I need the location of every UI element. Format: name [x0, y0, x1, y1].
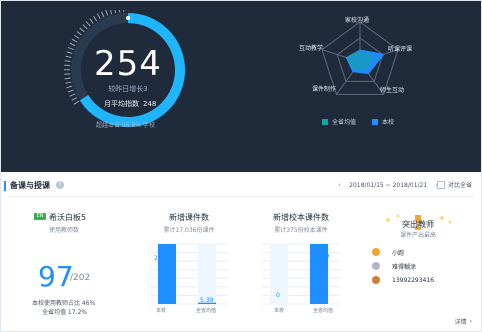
school-courseware-chart [262, 243, 340, 305]
dashboard: 254 较昨日增长3 月平均指数 248 超越本省 96.8% 学校 家校沟通 听… [0, 0, 482, 332]
gauge-tick [82, 24, 88, 30]
radar-legend: 全省均值 本校 [322, 117, 394, 126]
teacher-name: 13992293416 [392, 276, 434, 284]
radar-label-4: 课件制作 [312, 86, 337, 93]
gauge-dot [126, 16, 130, 20]
card-subtitle: 课件产出最高 [399, 232, 436, 239]
legend-avg-label: 全省均值 [332, 119, 357, 126]
legend-avg-swatch [322, 118, 328, 125]
gauge-tick [85, 21, 91, 27]
teaching-panel: 备课与授课 ? ‹ 2018/01/15 ~ 2018/01/21 › 对比全省… [0, 172, 482, 332]
bar-label-avg: 全省均值 [313, 308, 334, 314]
teacher-count: 97 [38, 260, 74, 293]
chevron-right-icon: › [469, 318, 472, 325]
gold-medal-icon [372, 248, 380, 256]
gauge-tick [79, 27, 85, 33]
legend-school-swatch [372, 118, 379, 125]
bar-label-avg: 全省均值 [196, 308, 217, 314]
summary-panel: 254 较昨日增长3 月平均指数 248 超越本省 96.8% 学校 家校沟通 听… [0, 0, 482, 172]
teacher-total: /202 [70, 273, 91, 283]
details-link[interactable]: 详情 › [455, 317, 472, 326]
gauge-tick [73, 100, 80, 105]
teacher-rank-2: 难得糊涂 [372, 260, 466, 272]
app-badge: EN [34, 213, 46, 220]
legend-school-label: 本校 [382, 119, 395, 126]
gauge-tick [89, 18, 94, 24]
province-average: 全省均值 17.2% [42, 309, 87, 316]
section-title: 备课与授课 [4, 181, 50, 191]
monthly-average: 月平均指数 248 [104, 99, 156, 109]
teacher-rank-3: 13992293416 [372, 274, 466, 286]
compare-toggle[interactable]: 对比全省 [436, 180, 472, 189]
section-divider [8, 196, 474, 197]
radar-label-5: 互动教学 [299, 45, 324, 52]
bar-label-school: 本校 [156, 308, 167, 314]
gauge-tick [118, 10, 121, 13]
bar-track [198, 244, 216, 304]
gauge-tick [69, 93, 76, 97]
gauge-tick [96, 13, 101, 20]
date-navigation: ‹ 2018/01/15 ~ 2018/01/21 › [338, 181, 438, 189]
teacher-name: 难得糊涂 [392, 263, 417, 271]
whiteboard-usage-card: EN 希沃白板5 使用教师数 97 /202 本校使用教师占比 46% 全省均值… [16, 206, 116, 316]
gauge-tick [71, 38, 78, 43]
radar-label-1: 家校沟通 [345, 17, 370, 24]
details-label: 详情 [454, 319, 467, 326]
card-title: 突出教师 [402, 220, 434, 229]
gauge-tick [109, 10, 113, 15]
bar-value-avg: 0.09 [316, 253, 330, 260]
date-range: 2018/01/15 ~ 2018/01/21 [349, 181, 428, 189]
silver-medal-icon [372, 262, 380, 270]
help-icon[interactable]: ? [56, 181, 64, 189]
gauge-value: 254 [94, 44, 162, 84]
legend-school: 本校 [372, 117, 394, 126]
bar-value-school: 0 [276, 292, 280, 299]
gauge-tick [71, 97, 78, 101]
gauge-tick [114, 10, 117, 14]
legend-avg: 全省均值 [322, 117, 356, 126]
gauge-tick [93, 15, 98, 22]
monthly-average-value: 248 [143, 100, 157, 108]
teacher-rank-1: 小跑 [372, 246, 466, 258]
radar-label-2: 听课评课 [388, 46, 413, 53]
gauge-subtitle: 较昨日增长3 [108, 85, 148, 93]
bar-label-school: 本校 [274, 308, 285, 314]
card-subtitle: 使用教师数 [49, 227, 80, 234]
usage-percent: 本校使用教师占比 46% [32, 300, 96, 307]
gauge-tick [101, 11, 105, 18]
monthly-average-label: 月平均指数 [104, 100, 139, 108]
gauge-tick [76, 31, 82, 36]
radar-chart [321, 21, 399, 95]
compare-checkbox[interactable] [436, 180, 445, 189]
radar-label-3: 师生互动 [380, 87, 405, 94]
gauge-tick [73, 34, 80, 39]
previous-week-icon[interactable]: ‹ [338, 181, 341, 189]
new-courseware-card: 新增课件数 累计17,036份课件 250 5.39 本校 全省均值 [144, 206, 234, 316]
bronze-medal-icon [372, 276, 380, 284]
bar-value-avg: 5.39 [200, 297, 214, 304]
gauge-tick [105, 10, 109, 16]
bar-value-school: 250 [154, 255, 166, 262]
outstanding-teacher-card: 突出教师 课件产出最高 小跑 难得糊涂 13992293416 [370, 206, 466, 316]
school-courseware-card: 新增校本课件数 累计375份校本课件 0 0.09 本校 全省均值 [256, 206, 346, 316]
card-title: 希沃白板5 [49, 213, 87, 222]
teacher-name: 小跑 [392, 249, 405, 257]
compare-label: 对比全省 [447, 182, 472, 189]
exceed-text: 超越本省 96.8% 学校 [96, 122, 155, 129]
bar-school [158, 244, 176, 304]
